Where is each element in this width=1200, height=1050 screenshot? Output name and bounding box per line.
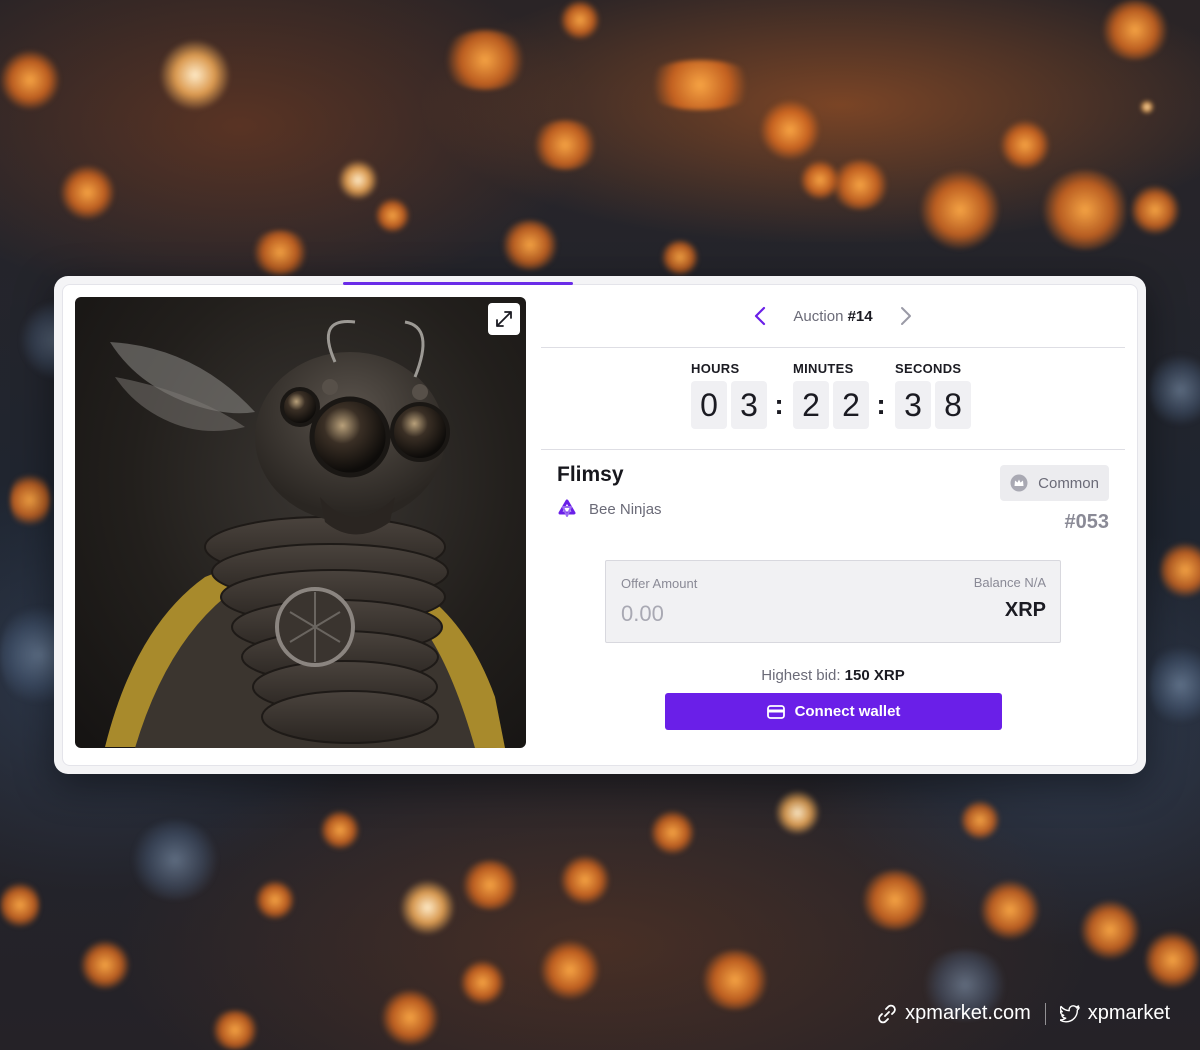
auction-navigation: Auction #14 <box>541 299 1125 333</box>
rarity-badge: Common <box>1000 465 1109 501</box>
connect-wallet-label: Connect wallet <box>794 703 901 720</box>
rarity-label: Common <box>1038 474 1099 492</box>
footer-links: xpmarket.com xpmarket <box>877 1002 1170 1025</box>
hours-label: HOURS <box>691 361 740 376</box>
auction-label: Auction <box>793 307 844 325</box>
highest-bid: Highest bid: 150 XRP <box>541 667 1125 684</box>
timer-separator: : <box>774 389 784 420</box>
connect-wallet-button[interactable]: Connect wallet <box>665 693 1002 730</box>
auction-number: #14 <box>847 307 873 325</box>
hours-digit: 0 <box>691 381 727 429</box>
collection-name: Bee Ninjas <box>589 500 662 518</box>
seconds-digit: 3 <box>895 381 931 429</box>
offer-amount-box: Offer Amount Balance N/A XRP <box>605 560 1061 643</box>
wallet-icon <box>766 704 785 719</box>
divider <box>541 347 1125 348</box>
next-auction-button[interactable] <box>895 305 917 327</box>
collection-logo-icon <box>558 499 576 517</box>
currency-label: XRP <box>1004 599 1046 621</box>
twitter-icon <box>1059 1004 1080 1022</box>
twitter-text: xpmarket <box>1087 1002 1170 1024</box>
nft-name: Flimsy <box>557 463 624 486</box>
auction-details-panel: Auction #14 HOURS MINUTES SECONDS 0 3 : … <box>541 285 1125 765</box>
footer-separator <box>1044 1002 1046 1025</box>
offer-amount-input[interactable] <box>621 599 921 629</box>
highest-bid-label: Highest bid: <box>761 667 841 684</box>
divider <box>541 449 1125 450</box>
expand-icon <box>496 311 512 327</box>
chevron-right-icon <box>900 307 911 325</box>
highest-bid-value: 150 XRP <box>844 667 905 684</box>
twitter-link[interactable]: xpmarket <box>1059 1002 1170 1025</box>
balance-label: Balance N/A <box>973 575 1046 590</box>
offer-amount-label: Offer Amount <box>621 576 698 591</box>
minutes-digit: 2 <box>833 381 869 429</box>
chevron-left-icon <box>755 306 766 326</box>
website-text: xpmarket.com <box>905 1002 1031 1024</box>
auction-card: Auction #14 HOURS MINUTES SECONDS 0 3 : … <box>54 276 1146 774</box>
nft-number: #053 <box>1064 511 1110 533</box>
timer-separator: : <box>876 389 886 420</box>
countdown-timer: HOURS MINUTES SECONDS 0 3 : 2 2 : 3 8 <box>691 361 981 441</box>
bee-ninja-artwork <box>105 320 505 748</box>
minutes-label: MINUTES <box>793 361 854 376</box>
nft-image[interactable] <box>75 297 526 748</box>
seconds-label: SECONDS <box>895 361 962 376</box>
crown-icon <box>1010 474 1028 492</box>
minutes-digit: 2 <box>793 381 829 429</box>
collection-link[interactable]: Bee Ninjas <box>557 499 662 519</box>
active-tab-indicator <box>343 282 573 285</box>
auction-title: Auction #14 <box>793 308 872 325</box>
link-icon <box>878 1004 896 1023</box>
hours-digit: 3 <box>731 381 767 429</box>
expand-image-button[interactable] <box>488 303 520 335</box>
auction-card-inner: Auction #14 HOURS MINUTES SECONDS 0 3 : … <box>62 282 1138 766</box>
previous-auction-button[interactable] <box>749 305 771 327</box>
seconds-digit: 8 <box>935 381 971 429</box>
website-link[interactable]: xpmarket.com <box>877 1002 1031 1025</box>
